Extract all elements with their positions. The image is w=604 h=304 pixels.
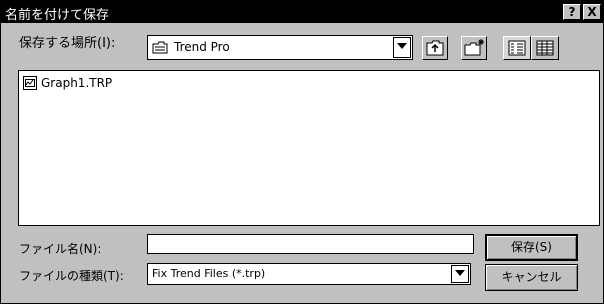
save-in-dropdown-button[interactable] — [393, 37, 411, 58]
folder-icon — [152, 41, 168, 54]
chevron-down-icon — [455, 270, 465, 276]
details-view-button[interactable] — [531, 36, 559, 60]
details-view-icon — [536, 40, 554, 56]
cancel-button[interactable]: キャンセル — [485, 264, 578, 291]
file-name-label: ファイル名(N): — [19, 242, 102, 256]
create-new-folder-icon — [464, 39, 484, 56]
file-name: Graph1.TRP — [41, 76, 113, 90]
list-view-button[interactable] — [503, 36, 531, 60]
save-in-label: 保存する場所(I): — [19, 36, 116, 51]
save-as-dialog: 名前を付けて保存 ? X 保存する場所(I): Trend Pro Graph1… — [0, 0, 604, 304]
list-view-icon — [508, 40, 526, 56]
up-one-level-icon — [426, 40, 444, 56]
chevron-down-icon — [397, 43, 407, 49]
close-button[interactable]: X — [583, 4, 601, 20]
help-button[interactable]: ? — [563, 4, 581, 20]
file-type-dropdown[interactable]: Fix Trend Files (*.trp) — [147, 263, 471, 285]
trp-file-icon — [23, 76, 38, 94]
save-in-dropdown[interactable]: Trend Pro — [147, 35, 413, 60]
up-one-level-button[interactable] — [422, 36, 448, 60]
file-type-value: Fix Trend Files (*.trp) — [152, 267, 266, 280]
create-new-folder-button[interactable] — [461, 36, 487, 60]
dialog-title: 名前を付けて保存 — [5, 8, 110, 23]
file-name-input[interactable] — [147, 234, 474, 254]
save-in-value: Trend Pro — [174, 40, 230, 54]
file-type-label: ファイルの種類(T): — [19, 269, 124, 283]
save-button[interactable]: 保存(S) — [485, 234, 578, 261]
file-type-dropdown-button[interactable] — [451, 265, 469, 283]
title-bar[interactable]: 名前を付けて保存 ? X — [1, 1, 603, 23]
file-list[interactable]: Graph1.TRP — [18, 70, 600, 226]
